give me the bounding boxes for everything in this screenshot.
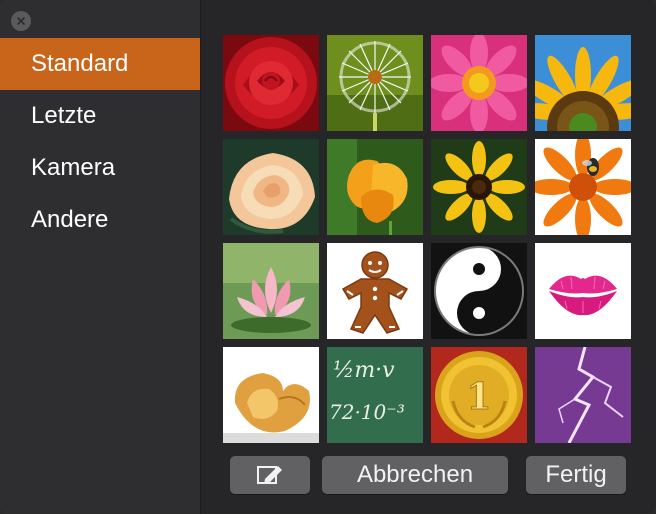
picture-sunflower[interactable]	[535, 35, 631, 131]
picture-picker-window: Standard Letzte Kamera Andere ½m·v 72·10…	[0, 0, 656, 514]
sidebar-list: Standard Letzte Kamera Andere	[0, 38, 200, 246]
sidebar-item-andere[interactable]: Andere	[0, 194, 200, 246]
chalkboard-line-1: ½m·v	[333, 358, 395, 383]
picture-orange-gerbera[interactable]	[535, 139, 631, 235]
picture-yin-yang[interactable]	[431, 243, 527, 339]
picture-area: ½m·v 72·10⁻³ 1 Abbrechen Fertig	[201, 0, 656, 514]
sidebar-item-standard[interactable]: Standard	[0, 38, 200, 90]
picture-lipstick-kiss[interactable]	[535, 243, 631, 339]
picture-orange-poppy[interactable]	[327, 139, 423, 235]
medal-number: 1	[466, 376, 491, 418]
cancel-button[interactable]: Abbrechen	[322, 456, 508, 494]
close-icon[interactable]	[11, 11, 31, 31]
picture-grid: ½m·v 72·10⁻³ 1	[223, 35, 631, 443]
picture-peach-rose[interactable]	[223, 139, 319, 235]
picture-gingerbread-man[interactable]	[327, 243, 423, 339]
picture-red-rose[interactable]	[223, 35, 319, 131]
sidebar: Standard Letzte Kamera Andere	[0, 0, 201, 514]
picture-fortune-cookie[interactable]	[223, 347, 319, 443]
picture-dandelion[interactable]	[327, 35, 423, 131]
done-button[interactable]: Fertig	[526, 456, 626, 494]
picture-pink-daisy[interactable]	[431, 35, 527, 131]
picture-gold-medal[interactable]: 1	[431, 347, 527, 443]
picture-lightning[interactable]	[535, 347, 631, 443]
sidebar-item-letzte[interactable]: Letzte	[0, 90, 200, 142]
picture-black-eyed-susan[interactable]	[431, 139, 527, 235]
picture-chalkboard[interactable]: ½m·v 72·10⁻³	[327, 347, 423, 443]
edit-pencil-icon	[257, 466, 282, 484]
edit-button[interactable]	[230, 456, 310, 494]
chalkboard-line-2: 72·10⁻³	[329, 400, 405, 424]
sidebar-item-kamera[interactable]: Kamera	[0, 142, 200, 194]
picture-lotus[interactable]	[223, 243, 319, 339]
